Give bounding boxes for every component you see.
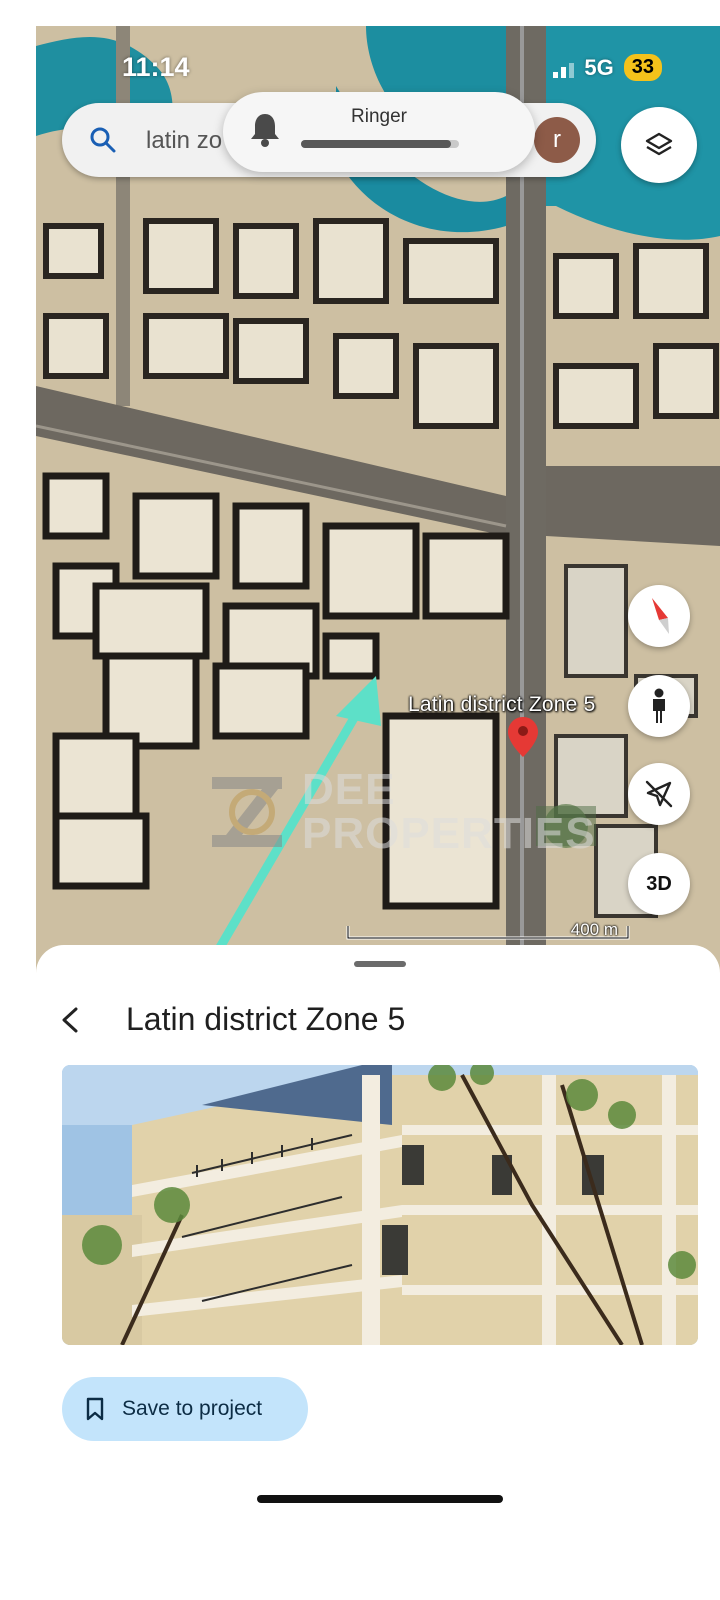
signal-icon (553, 58, 575, 78)
home-indicator[interactable] (257, 1495, 503, 1503)
battery-badge: 33 (623, 54, 662, 81)
building-photo-image (62, 1065, 698, 1345)
avatar[interactable]: r (534, 117, 580, 163)
sheet-drag-handle[interactable] (354, 961, 406, 967)
screen: Latin district Zone 5 DEE PROPERTIES 400… (0, 0, 720, 1600)
ringer-slider-fill (301, 140, 452, 148)
scale-bar: 400 m (346, 920, 630, 940)
my-location-button[interactable] (628, 763, 690, 825)
map-pin-icon[interactable] (508, 717, 538, 757)
watermark-line2: PROPERTIES (302, 809, 596, 858)
location-off-icon (645, 780, 673, 808)
layers-button[interactable] (621, 107, 697, 183)
pegman-icon (653, 688, 665, 723)
scale-label: 400 m (570, 920, 618, 939)
save-to-project-button[interactable]: Save to project (62, 1377, 308, 1441)
watermark-logo-icon (212, 777, 282, 847)
street-view-button[interactable] (628, 675, 690, 737)
watermark-line1: DEE (302, 765, 396, 814)
layers-icon (645, 132, 673, 156)
place-photo[interactable] (62, 1065, 698, 1345)
back-arrow-icon[interactable] (56, 1005, 86, 1035)
network-type: 5G (584, 54, 614, 80)
ringer-label: Ringer (351, 106, 407, 127)
status-time: 11:14 (122, 52, 190, 82)
search-icon (90, 127, 116, 153)
ringer-volume-panel[interactable]: Ringer (223, 92, 535, 172)
bookmark-icon (86, 1397, 104, 1421)
save-button-label: Save to project (122, 1397, 263, 1420)
3d-button[interactable]: 3D (628, 853, 690, 915)
compass-icon (652, 598, 669, 634)
place-label[interactable]: Latin district Zone 5 (408, 693, 595, 717)
place-title: Latin district Zone 5 (126, 1001, 406, 1037)
compass-button[interactable] (628, 585, 690, 647)
place-sheet[interactable]: Latin district Zone 5 Save to project (36, 945, 720, 1600)
watermark: DEE PROPERTIES (206, 762, 596, 862)
ringer-slider[interactable] (301, 140, 459, 148)
status-right: 5G 33 (553, 54, 662, 81)
search-input[interactable]: latin zo (146, 127, 222, 155)
